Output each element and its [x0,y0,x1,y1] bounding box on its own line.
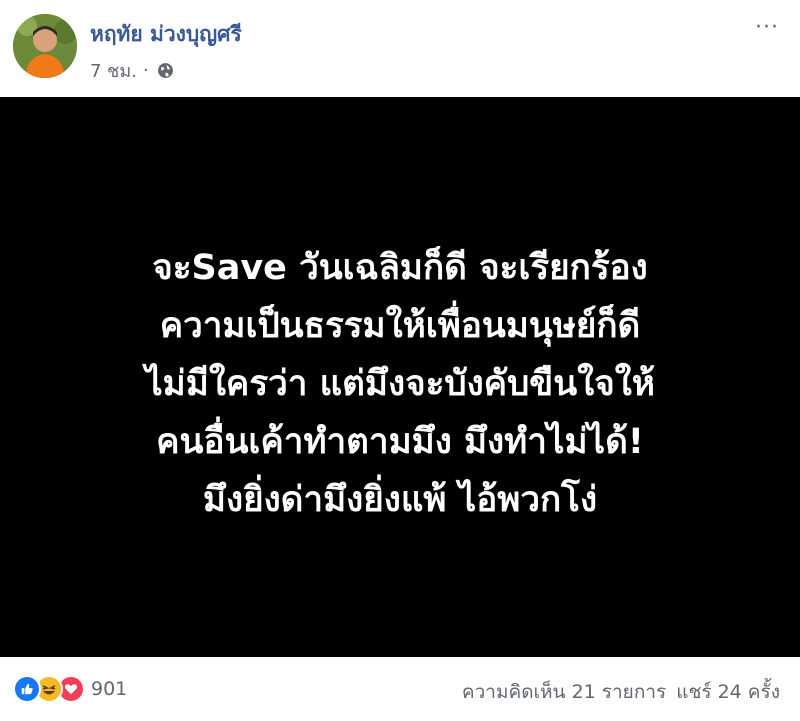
author-name[interactable]: หฤทัย ม่วงบุญศรี [90,18,242,51]
post-image-text: จะSave วันเฉลิมก็ดี จะเรียกร้อง ความเป็น… [20,239,780,529]
facebook-post: หฤทัย ม่วงบุญศรี 7 ชม. · ··· จะSave วันเ… [0,0,800,721]
more-options-icon: ··· [755,15,779,40]
post-timestamp[interactable]: 7 ชม. [90,56,137,85]
comments-count-link[interactable]: ความคิดเห็น 21 รายการ [462,677,666,707]
post-image-text-line: มึงยิ่งด่ามึงยิ่งแพ้ ไอ้พวกโง่ [202,480,598,520]
shares-count-link[interactable]: แชร์ 24 ครั้ง [676,677,780,707]
meta-separator: · [142,60,149,81]
post-image-text-line: ความเป็นธรรมให้เพื่อนมนุษย์ก็ดี [159,306,641,346]
post-image[interactable]: จะSave วันเฉลิมก็ดี จะเรียกร้อง ความเป็น… [0,97,800,657]
post-meta: 7 ชม. · [90,56,174,85]
more-options-button[interactable]: ··· [752,16,782,40]
avatar[interactable] [13,14,77,78]
engagement-stats: ความคิดเห็น 21 รายการ แชร์ 24 ครั้ง [462,677,780,707]
like-icon [13,675,41,703]
post-image-text-line: จะSave วันเฉลิมก็ดี จะเรียกร้อง [152,248,648,288]
reactions-summary[interactable]: 901 [13,675,127,703]
post-footer: 901 ความคิดเห็น 21 รายการ แชร์ 24 ครั้ง [0,657,800,721]
reaction-count: 901 [91,678,128,700]
globe-icon[interactable] [157,62,174,79]
post-image-text-line: ไม่มีใครว่า แต่มึงจะบังคับขืนใจให้ [145,364,655,404]
post-image-text-line: คนอื่นเค้าทำตามมึง มึงทำไม่ได้! [156,422,644,462]
post-header: หฤทัย ม่วงบุญศรี 7 ชม. · ··· [0,0,800,97]
